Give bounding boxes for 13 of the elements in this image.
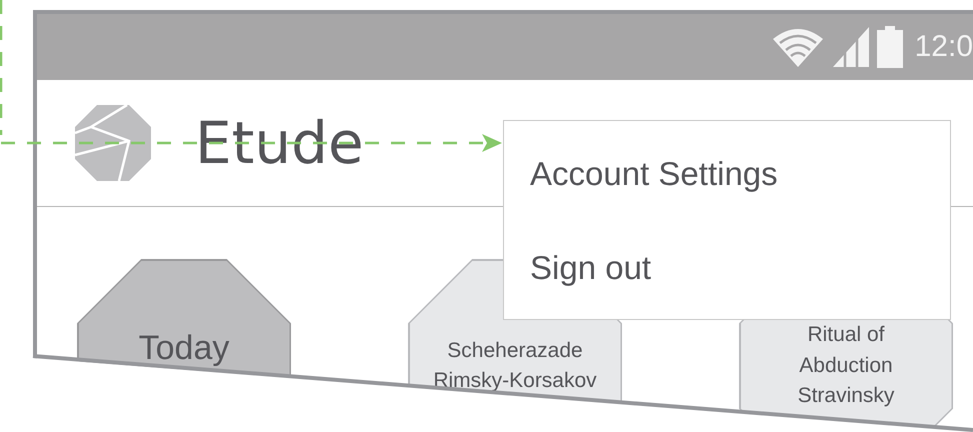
status-time: 12:0: [914, 30, 973, 64]
tile-label: Stravinsky: [798, 383, 894, 410]
signal-icon: [830, 25, 871, 69]
battery-icon: [876, 26, 903, 68]
menu-item[interactable]: Sign out: [530, 221, 652, 315]
tile-label: Scheherazade: [447, 338, 583, 364]
menu-item[interactable]: Account Settings: [530, 127, 778, 221]
app-title: Etude: [195, 109, 364, 177]
tile-label: Rimsky-Korsakov: [433, 368, 597, 394]
tile-label: Abduction: [799, 352, 893, 379]
tile-label: Today: [138, 328, 230, 370]
tile-label: Ritual of: [807, 322, 885, 348]
logo-icon: [73, 103, 153, 183]
